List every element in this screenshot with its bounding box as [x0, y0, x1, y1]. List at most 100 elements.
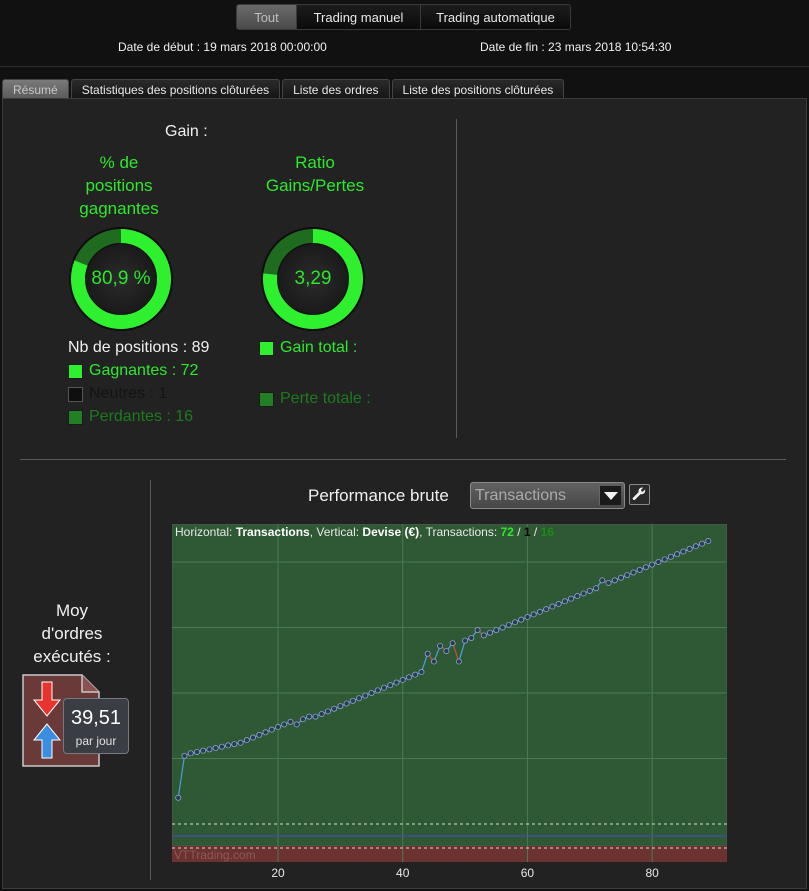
chart-point [611, 577, 618, 584]
chart-point [218, 743, 225, 750]
chart-point [699, 540, 706, 547]
chart-point [549, 603, 556, 610]
x-tick-label: 20 [271, 866, 285, 880]
x-tick-label: 40 [396, 866, 410, 880]
chart-point [655, 559, 662, 566]
perte-totale: Perte totale : [259, 390, 371, 408]
info-losses: 16 [540, 525, 554, 539]
chart-point [299, 716, 306, 723]
chart-point [306, 713, 313, 720]
chart-point [561, 598, 568, 605]
tab-tout[interactable]: Tout [237, 5, 297, 29]
report-tabs: Résumé Statistiques des positions clôtur… [2, 79, 566, 99]
chart-point [605, 579, 612, 586]
chart-point [356, 695, 363, 702]
chart-point [636, 566, 643, 573]
tab-trading-manuel[interactable]: Trading manuel [297, 5, 421, 29]
gain-total-swatch [259, 340, 274, 356]
chevron-down-icon[interactable] [599, 486, 621, 505]
chart-point [243, 737, 250, 744]
end-date: Date de fin : 23 mars 2018 10:54:30 [480, 40, 672, 54]
chart-point [630, 569, 637, 576]
wrench-icon [632, 487, 646, 501]
chart-point [430, 658, 437, 665]
positions-gagnantes: Gagnantes : 72 [68, 362, 198, 380]
chart-point [642, 564, 649, 571]
chart-point [518, 616, 525, 623]
chart-point [206, 746, 213, 753]
chart-point [574, 593, 581, 600]
ratio-label: Ratio Gains/Pertes [265, 153, 365, 195]
header-divider [0, 66, 809, 67]
chart-point [487, 629, 494, 636]
orders-per-day-badge: 39,51 par jour [63, 698, 129, 754]
chart-point [374, 687, 381, 694]
chart-point [337, 703, 344, 710]
orders-vertical-divider [150, 480, 151, 880]
perte-totale-swatch [259, 391, 274, 407]
tab-liste-ordres[interactable]: Liste des ordres [282, 79, 390, 99]
chart-point [231, 741, 238, 748]
chart-point [412, 671, 419, 678]
positions-neutres: Neutres : 1 [68, 385, 167, 403]
section-divider [20, 459, 786, 460]
axis-select[interactable]: Transactions [470, 482, 625, 509]
tab-trading-automatique[interactable]: Trading automatique [421, 5, 570, 29]
neutres-swatch [68, 386, 83, 402]
chart-point [250, 734, 257, 741]
chart-point [200, 747, 207, 754]
chart-point [505, 621, 512, 628]
perdantes-swatch [68, 409, 83, 425]
chart-settings-button[interactable] [629, 484, 650, 505]
performance-title: Performance brute [308, 486, 449, 505]
chart-point [493, 627, 500, 634]
tab-resume[interactable]: Résumé [2, 79, 69, 99]
chart-point [324, 708, 331, 715]
chart-point [580, 590, 587, 597]
info-neutral: 1 [523, 525, 531, 539]
chart-point [499, 624, 506, 631]
chart-point [212, 745, 219, 752]
chart-point [381, 684, 388, 691]
chart-point [368, 689, 375, 696]
chart-point [480, 632, 487, 639]
ratio-gauge: 3,29 [259, 225, 367, 333]
gain-title: Gain : [165, 123, 208, 140]
chart-point [181, 752, 188, 759]
chart-plot-area [171, 523, 728, 847]
chart-point [705, 538, 712, 545]
chart-point [667, 553, 674, 560]
chart-point [443, 648, 450, 655]
chart-point [343, 700, 350, 707]
chart-point [617, 574, 624, 581]
gagnantes-swatch [68, 363, 83, 379]
chart-point [281, 721, 288, 728]
info-wins: 72 [500, 525, 514, 539]
winrate-label: % de positions gagnantes [79, 153, 159, 218]
chart-point [175, 794, 182, 801]
orders-per-day-unit: par jour [75, 734, 117, 748]
chart-point [405, 674, 412, 681]
chart-point [474, 627, 481, 634]
gain-total: Gain total : [259, 339, 357, 357]
chart-point [187, 750, 194, 757]
start-date: Date de début : 19 mars 2018 00:00:00 [118, 40, 327, 54]
chart-point [237, 739, 244, 746]
chart-point [599, 577, 606, 584]
x-tick-label: 80 [645, 866, 659, 880]
chart-point [418, 669, 425, 676]
winrate-gauge: 80,9 % [67, 225, 175, 333]
performance-chart-svg: VTTrading.com [171, 523, 728, 862]
performance-chart: VTTrading.com [171, 523, 728, 862]
chart-point [287, 718, 294, 725]
chart-point [275, 724, 282, 731]
positions-perdantes: Perdantes : 16 [68, 408, 193, 426]
orders-per-day-value: 39,51 [70, 707, 122, 729]
ratio-value: 3,29 [294, 268, 332, 289]
gain-vertical-divider [456, 119, 457, 438]
chart-point [362, 692, 369, 699]
tab-liste-positions[interactable]: Liste des positions clôturées [391, 79, 565, 99]
tab-statistiques[interactable]: Statistiques des positions clôturées [70, 79, 281, 99]
chart-point [399, 676, 406, 683]
chart-point [393, 679, 400, 686]
